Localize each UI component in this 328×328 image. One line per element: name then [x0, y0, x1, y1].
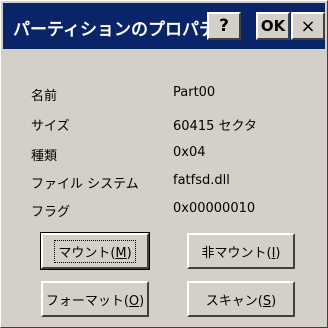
help-icon: ?	[219, 16, 229, 36]
close-button[interactable]: ×	[291, 12, 325, 40]
ok-label: OK	[260, 17, 286, 35]
format-button-label: フォーマット(O)	[45, 293, 145, 309]
mount-button-label: マウント(M)	[54, 239, 136, 263]
property-value: Part00	[173, 85, 216, 100]
help-button[interactable]: ?	[207, 12, 241, 40]
property-value: 0x04	[173, 145, 206, 160]
scan-button[interactable]: スキャン(S)	[187, 281, 295, 317]
unmount-button-label: 非マウント(I)	[201, 245, 281, 261]
format-button[interactable]: フォーマット(O)	[41, 281, 149, 317]
property-label: フラグ	[31, 205, 71, 220]
properties-dialog: パーティションのプロパティ ? OK × 名前 Part00 サイズ 60415…	[0, 0, 328, 328]
mount-button[interactable]: マウント(M)	[40, 232, 150, 270]
close-icon: ×	[300, 15, 316, 37]
property-value: 0x00000010	[173, 201, 256, 216]
scan-button-label: スキャン(S)	[205, 293, 277, 309]
property-label: 名前	[31, 89, 58, 104]
title-bar: パーティションのプロパティ ? OK ×	[3, 3, 325, 49]
unmount-button[interactable]: 非マウント(I)	[187, 233, 295, 269]
property-value: fatfsd.dll	[173, 173, 230, 188]
property-label: ファイル システム	[31, 177, 139, 192]
property-label: サイズ	[31, 119, 70, 134]
dialog-title: パーティションのプロパティ	[13, 20, 232, 40]
property-value: 60415 セクタ	[173, 119, 257, 134]
ok-button[interactable]: OK	[256, 12, 290, 40]
property-label: 種類	[31, 149, 58, 164]
